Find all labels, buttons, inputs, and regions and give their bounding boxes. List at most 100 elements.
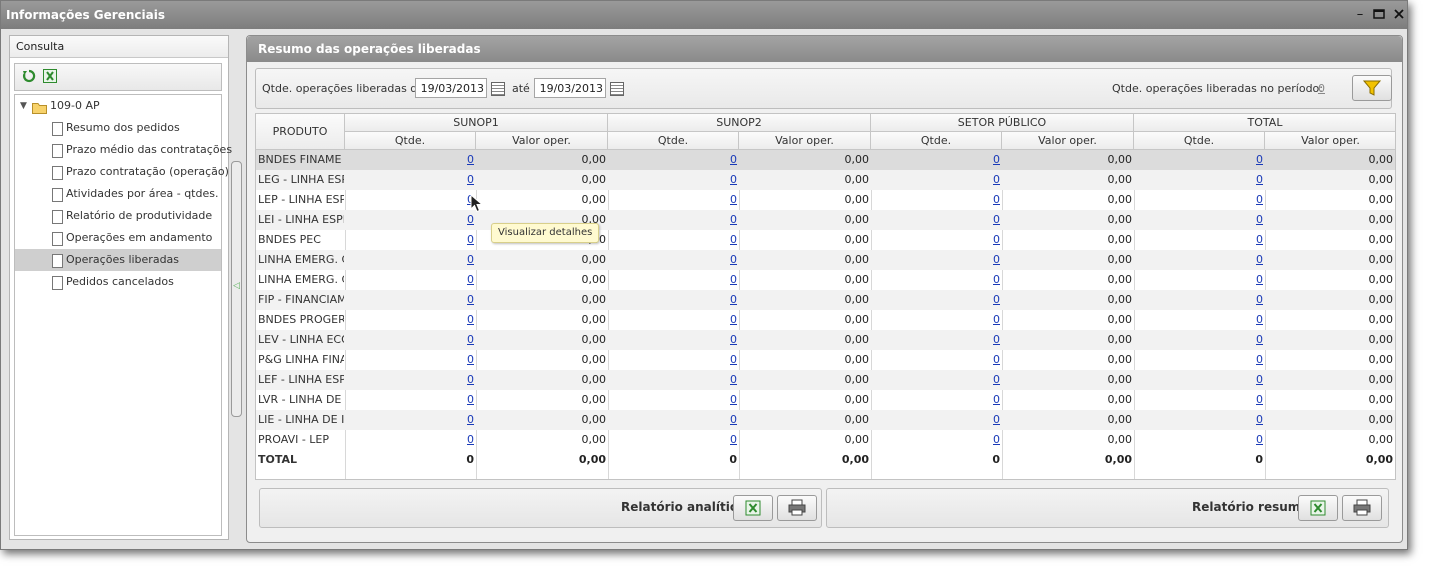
qtde-link[interactable]: 0 xyxy=(993,213,1000,226)
column-header-qtde[interactable]: Qtde. xyxy=(1134,132,1265,150)
qtde-link[interactable]: 0 xyxy=(467,253,474,266)
column-header-valor[interactable]: Valor oper. xyxy=(1002,132,1134,150)
qtde-link[interactable]: 0 xyxy=(467,333,474,346)
qtde-link[interactable]: 0 xyxy=(730,433,737,446)
qtde-link[interactable]: 0 xyxy=(993,273,1000,286)
tree-item-prazo-medio[interactable]: Prazo médio das contratações xyxy=(15,139,232,161)
table-row[interactable]: LEV - LINHA ECON 0 0,00 0 0,00 0 0,00 0 0,00 xyxy=(256,330,1395,350)
qtde-link[interactable]: 0 xyxy=(730,173,737,186)
tree-item-prazo-contratacao[interactable]: Prazo contratação (operação) xyxy=(15,161,229,183)
table-row[interactable]: BNDES PROGEREI 0 0,00 0 0,00 0 0,00 0 0,00 xyxy=(256,310,1395,330)
qtde-link[interactable]: 0 xyxy=(993,393,1000,406)
excel-icon[interactable] xyxy=(43,69,57,83)
column-header-valor[interactable]: Valor oper. xyxy=(1265,132,1395,150)
qtde-link[interactable]: 0 xyxy=(1256,273,1263,286)
analytic-excel-button[interactable] xyxy=(733,495,773,521)
qtde-link[interactable]: 0 xyxy=(730,233,737,246)
qtde-link[interactable]: 0 xyxy=(1256,333,1263,346)
qtde-link[interactable]: 0 xyxy=(993,153,1000,166)
tree-item-operacoes-liberadas[interactable]: Operações liberadas xyxy=(15,249,221,271)
total-row[interactable]: TOTAL 0 0,00 0 0,00 0 0,00 0 0,00 xyxy=(256,450,1395,470)
summary-excel-button[interactable] xyxy=(1298,495,1338,521)
qtde-link[interactable]: 0 xyxy=(467,273,474,286)
table-row[interactable]: LIE - LINHA DE INV 0 0,00 0 0,00 0 0,00 0 0,00 xyxy=(256,410,1395,430)
qtde-link[interactable]: 0 xyxy=(467,433,474,446)
refresh-icon[interactable] xyxy=(22,69,36,83)
qtde-link[interactable]: 0 xyxy=(467,393,474,406)
qtde-link[interactable]: 0 xyxy=(467,313,474,326)
tree-item-resumo-pedidos[interactable]: Resumo dos pedidos xyxy=(15,117,221,139)
expand-arrow-icon[interactable]: ▼ xyxy=(20,95,27,117)
filter-button[interactable] xyxy=(1352,75,1392,101)
qtde-link[interactable]: 0 xyxy=(993,433,1000,446)
qtde-link[interactable]: 0 xyxy=(467,153,474,166)
qtde-link[interactable]: 0 xyxy=(467,373,474,386)
qtde-link[interactable]: 0 xyxy=(730,213,737,226)
qtde-link[interactable]: 0 xyxy=(730,333,737,346)
table-row[interactable]: FIP - FINANCIAME 0 0,00 0 0,00 0 0,00 0 0,00 xyxy=(256,290,1395,310)
table-row[interactable]: PROAVI - LEP 0 0,00 0 0,00 0 0,00 0 0,00 xyxy=(256,430,1395,450)
qtde-link[interactable]: 0 xyxy=(1256,253,1263,266)
tree-item-em-andamento[interactable]: Operações em andamento xyxy=(15,227,221,249)
qtde-link[interactable]: 0 xyxy=(993,313,1000,326)
table-row[interactable]: LINHA EMERG. CA 0 0,00 0 0,00 0 0,00 0 0,00 xyxy=(256,250,1395,270)
qtde-link[interactable]: 0 xyxy=(1256,213,1263,226)
table-row[interactable]: LEI - LINHA ESPEC00,0000,0000,0000,00 xyxy=(256,210,1395,230)
qtde-link[interactable]: 0 xyxy=(730,313,737,326)
qtde-link[interactable]: 0 xyxy=(1256,233,1263,246)
qtde-link[interactable]: 0 xyxy=(730,153,737,166)
qtde-link[interactable]: 0 xyxy=(467,353,474,366)
table-row[interactable]: BNDES PEC00,0000,0000,0000,00 xyxy=(256,230,1395,250)
qtde-link[interactable]: 0 xyxy=(993,353,1000,366)
product-column-header[interactable]: PRODUTO xyxy=(256,114,345,150)
qtde-link[interactable]: 0 xyxy=(993,333,1000,346)
qtde-link[interactable]: 0 xyxy=(467,293,474,306)
from-date-input[interactable]: 19/03/2013 xyxy=(415,78,487,98)
qtde-link[interactable]: 0 xyxy=(993,253,1000,266)
qtde-link[interactable]: 0 xyxy=(993,373,1000,386)
column-header-valor[interactable]: Valor oper. xyxy=(739,132,871,150)
minimize-button[interactable]: – xyxy=(1353,8,1367,22)
qtde-link[interactable]: 0 xyxy=(1256,153,1263,166)
qtde-link[interactable]: 0 xyxy=(730,193,737,206)
qtde-link[interactable]: 0 xyxy=(730,273,737,286)
tree-root[interactable]: ▼ 109-0 AP xyxy=(15,95,221,117)
analytic-print-button[interactable] xyxy=(777,495,817,521)
tree-item-cancelados[interactable]: Pedidos cancelados xyxy=(15,271,221,293)
qtde-link[interactable]: 0 xyxy=(467,173,474,186)
maximize-button[interactable] xyxy=(1372,8,1386,22)
qtde-link[interactable]: 0 xyxy=(993,173,1000,186)
collapse-arrow-icon[interactable]: ◁ xyxy=(233,281,240,291)
qtde-link[interactable]: 0 xyxy=(730,373,737,386)
qtde-link[interactable]: 0 xyxy=(1256,173,1263,186)
qtde-link[interactable]: 0 xyxy=(1256,313,1263,326)
column-header-qtde[interactable]: Qtde. xyxy=(345,132,476,150)
qtde-link[interactable]: 0 xyxy=(467,413,474,426)
period-count-value[interactable]: 0 xyxy=(1318,82,1325,95)
column-header-valor[interactable]: Valor oper. xyxy=(476,132,608,150)
qtde-link[interactable]: 0 xyxy=(993,293,1000,306)
qtde-link[interactable]: 0 xyxy=(1256,293,1263,306)
summary-print-button[interactable] xyxy=(1342,495,1382,521)
qtde-link[interactable]: 0 xyxy=(730,293,737,306)
qtde-link[interactable]: 0 xyxy=(1256,353,1263,366)
table-row[interactable]: BNDES FINAME 0 0,00 0 0,00 0 0,00 0 0,00 xyxy=(256,150,1395,170)
qtde-link[interactable]: 0 xyxy=(993,233,1000,246)
table-row[interactable]: LVR - LINHA DE FI 0 0,00 0 0,00 0 0,00 0 0,00 xyxy=(256,390,1395,410)
column-header-qtde[interactable]: Qtde. xyxy=(608,132,739,150)
to-date-input[interactable]: 19/03/2013 xyxy=(534,78,606,98)
qtde-link[interactable]: 0 xyxy=(730,413,737,426)
table-row[interactable]: LEG - LINHA ESPE 0 0,00 0 0,00 0 0,00 0 0,00 xyxy=(256,170,1395,190)
qtde-link[interactable]: 0 xyxy=(993,413,1000,426)
tree-item-produtividade[interactable]: Relatório de produtividade xyxy=(15,205,221,227)
qtde-link[interactable]: 0 xyxy=(1256,413,1263,426)
column-header-qtde[interactable]: Qtde. xyxy=(871,132,1002,150)
tree-item-atividades[interactable]: Atividades por área - qtdes. xyxy=(15,183,221,205)
qtde-link[interactable]: 0 xyxy=(730,353,737,366)
close-button[interactable] xyxy=(1392,8,1406,22)
qtde-link[interactable]: 0 xyxy=(467,233,474,246)
table-row[interactable]: LEF - LINHA ESPEC 0 0,00 0 0,00 0 0,00 0 0,00 xyxy=(256,370,1395,390)
qtde-link[interactable]: 0 xyxy=(993,193,1000,206)
qtde-link[interactable]: 0 xyxy=(1256,433,1263,446)
table-row[interactable]: LINHA EMERG. CA 0 0,00 0 0,00 0 0,00 0 0,00 xyxy=(256,270,1395,290)
